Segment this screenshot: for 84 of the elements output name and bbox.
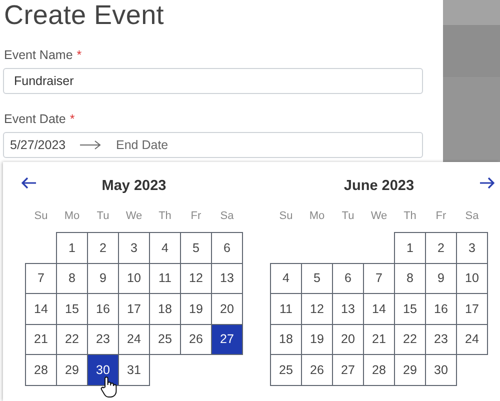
month-title: May 2023 (102, 178, 166, 196)
day-cell[interactable]: 20 (212, 294, 242, 324)
day-cell[interactable]: 19 (302, 324, 332, 354)
month-title: June 2023 (344, 178, 414, 196)
day-cell[interactable]: 23 (426, 324, 456, 354)
weekday-label: Tu (340, 210, 356, 224)
day-cell[interactable]: 15 (394, 294, 426, 324)
day-cell[interactable]: 9 (426, 263, 456, 294)
day-cell[interactable]: 5 (180, 232, 212, 263)
day-cell[interactable]: 17 (118, 294, 150, 324)
next-month-icon[interactable] (479, 177, 495, 189)
date-range-field[interactable]: 5/27/2023 End Date (3, 132, 423, 158)
page-title: Create Event (4, 0, 165, 30)
day-cell[interactable]: 22 (394, 324, 426, 354)
day-cell[interactable]: 17 (456, 294, 488, 324)
day-cell[interactable]: 8 (394, 263, 426, 294)
required-mark: * (76, 48, 82, 62)
day-cell[interactable]: 28 (26, 354, 56, 385)
day-cell[interactable]: 12 (180, 263, 212, 294)
weekday-label: Fr (180, 210, 212, 232)
day-cell[interactable]: 3 (456, 232, 488, 263)
day-cell[interactable]: 14 (364, 294, 394, 324)
day-cell[interactable]: 21 (364, 324, 394, 354)
day-cell[interactable]: 26 (302, 354, 332, 385)
day-cell[interactable]: 12 (302, 294, 332, 324)
day-cell[interactable]: 20 (332, 324, 364, 354)
weekday-label: Sa (212, 210, 242, 232)
day-cell[interactable]: 14 (26, 294, 56, 324)
day-cell[interactable]: 16 (426, 294, 456, 324)
day-cell[interactable]: 5 (302, 263, 332, 294)
day-cell[interactable]: 2 (426, 232, 456, 263)
day-cell[interactable]: 27 (212, 324, 242, 354)
day-cell[interactable]: 24 (456, 324, 488, 354)
field-label: Event Name (4, 48, 73, 62)
day-cell[interactable]: 13 (332, 294, 364, 324)
day-cell[interactable]: 9 (88, 263, 118, 294)
arrow-icon (80, 140, 102, 150)
day-cell[interactable]: 3 (118, 232, 150, 263)
weekday-label: Tu (88, 210, 118, 232)
day-cell[interactable]: 11 (270, 294, 302, 324)
day-cell[interactable]: 31 (118, 354, 150, 385)
weekday-label: Su (26, 210, 56, 232)
weekday-label: Mo (308, 210, 326, 224)
day-cell[interactable]: 7 (364, 263, 394, 294)
weekday-label: Sa (456, 210, 488, 232)
day-cell[interactable]: 13 (212, 263, 242, 294)
day-cell[interactable]: 28 (364, 354, 394, 385)
weekday-label: Th (394, 210, 426, 232)
field-label: Event Date (4, 112, 66, 126)
day-cell[interactable]: 6 (332, 263, 364, 294)
day-cell[interactable]: 19 (180, 294, 212, 324)
weekday-label: Mo (56, 210, 88, 232)
day-cell[interactable]: 15 (56, 294, 88, 324)
day-cell[interactable]: 10 (456, 263, 488, 294)
hand-cursor-icon (100, 376, 118, 398)
day-cell[interactable]: 2 (88, 232, 118, 263)
day-cell[interactable]: 18 (150, 294, 180, 324)
weekday-label: Fr (426, 210, 456, 232)
day-cell[interactable]: 21 (26, 324, 56, 354)
day-cell[interactable]: 4 (150, 232, 180, 263)
day-cell[interactable]: 30 (426, 354, 456, 385)
day-cell[interactable]: 18 (270, 324, 302, 354)
day-cell[interactable]: 1 (394, 232, 426, 263)
weekday-label: We (364, 210, 394, 232)
day-cell[interactable]: 11 (150, 263, 180, 294)
day-cell[interactable]: 22 (56, 324, 88, 354)
day-cell[interactable]: 25 (270, 354, 302, 385)
previous-month-icon[interactable] (21, 177, 37, 189)
day-cell[interactable]: 10 (118, 263, 150, 294)
day-cell[interactable]: 27 (332, 354, 364, 385)
day-cell[interactable]: 1 (56, 232, 88, 263)
weekday-label: Th (150, 210, 180, 232)
day-cell[interactable]: 16 (88, 294, 118, 324)
day-cell[interactable]: 4 (270, 263, 302, 294)
day-cell[interactable]: 8 (56, 263, 88, 294)
required-mark: * (70, 112, 75, 126)
weekday-label: Su (278, 210, 294, 224)
day-cell[interactable]: 7 (26, 263, 56, 294)
day-cell[interactable]: 29 (394, 354, 426, 385)
text-field[interactable]: Fundraiser (3, 68, 423, 94)
weekday-label: We (118, 210, 150, 232)
day-cell[interactable]: 25 (150, 324, 180, 354)
day-cell[interactable]: 24 (118, 324, 150, 354)
day-cell[interactable]: 6 (212, 232, 242, 263)
